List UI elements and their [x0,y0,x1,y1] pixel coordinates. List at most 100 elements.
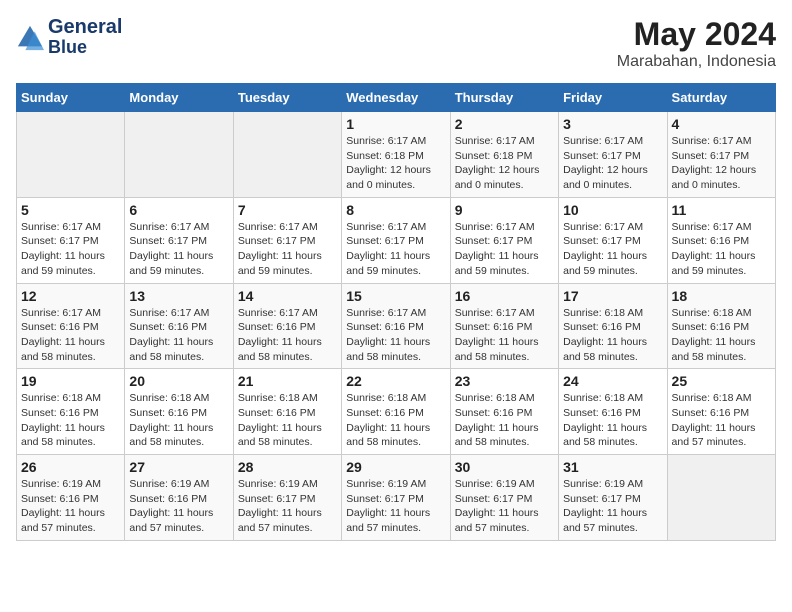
day-number: 11 [672,202,771,218]
calendar-cell: 9 Sunrise: 6:17 AMSunset: 6:17 PMDaylight… [450,197,558,283]
day-number: 13 [129,288,228,304]
calendar-cell [667,455,775,541]
day-number: 22 [346,373,445,389]
day-number: 4 [672,116,771,132]
day-info: Sunrise: 6:18 AMSunset: 6:16 PMDaylight:… [346,391,445,450]
day-number: 16 [455,288,554,304]
calendar-cell [233,112,341,198]
page-subtitle: Marabahan, Indonesia [617,53,776,71]
day-number: 12 [21,288,120,304]
calendar-cell: 8Sunrise: 6:17 AMSunset: 6:17 PMDaylight… [342,197,450,283]
day-number: 15 [346,288,445,304]
day-info: Sunrise: 6:19 AMSunset: 6:17 PMDaylight:… [563,477,662,536]
calendar-cell [17,112,125,198]
day-number: 9 [455,202,554,218]
day-number: 29 [346,459,445,475]
day-info: Sunrise: 6:17 AMSunset: 6:17 PMDaylight:… [672,134,771,193]
weekday-header: Saturday [667,84,775,112]
calendar-cell: 28 Sunrise: 6:19 AMSunset: 6:17 PMDayligh… [233,455,341,541]
day-info: Sunrise: 6:17 AMSunset: 6:17 PMDaylight:… [455,220,554,279]
calendar-cell: 20 Sunrise: 6:18 AMSunset: 6:16 PMDayligh… [125,369,233,455]
day-number: 23 [455,373,554,389]
day-info: Sunrise: 6:17 AMSunset: 6:17 PMDaylight:… [129,220,228,279]
page-header: General Blue May 2024 Marabahan, Indones… [16,16,776,71]
calendar-cell: 26 Sunrise: 6:19 AMSunset: 6:16 PMDayligh… [17,455,125,541]
day-info: Sunrise: 6:17 AMSunset: 6:17 PMDaylight:… [563,134,662,193]
calendar-cell [125,112,233,198]
weekday-header: Sunday [17,84,125,112]
day-info: Sunrise: 6:18 AMSunset: 6:16 PMDaylight:… [129,391,228,450]
day-number: 10 [563,202,662,218]
calendar-cell: 16 Sunrise: 6:17 AMSunset: 6:16 PMDayligh… [450,283,558,369]
calendar-cell: 4 Sunrise: 6:17 AMSunset: 6:17 PMDaylight… [667,112,775,198]
calendar-week-row: 5 Sunrise: 6:17 AMSunset: 6:17 PMDaylight… [17,197,776,283]
day-number: 8 [346,202,445,218]
calendar-cell: 12 Sunrise: 6:17 AMSunset: 6:16 PMDayligh… [17,283,125,369]
calendar-cell: 10 Sunrise: 6:17 AMSunset: 6:17 PMDayligh… [559,197,667,283]
day-number: 25 [672,373,771,389]
day-info: Sunrise: 6:17 AMSunset: 6:16 PMDaylight:… [21,306,120,365]
day-info: Sunrise: 6:17 AMSunset: 6:17 PMDaylight:… [563,220,662,279]
calendar-cell: 21 Sunrise: 6:18 AMSunset: 6:16 PMDayligh… [233,369,341,455]
calendar-cell: 18 Sunrise: 6:18 AMSunset: 6:16 PMDayligh… [667,283,775,369]
logo-text: General Blue [48,16,122,58]
day-info: Sunrise: 6:17 AMSunset: 6:18 PMDaylight:… [455,134,554,193]
day-number: 7 [238,202,337,218]
day-info: Sunrise: 6:17 AMSunset: 6:16 PMDaylight:… [455,306,554,365]
page-title: May 2024 [617,16,776,53]
calendar-cell: 15 Sunrise: 6:17 AMSunset: 6:16 PMDayligh… [342,283,450,369]
day-number: 20 [129,373,228,389]
weekday-header: Thursday [450,84,558,112]
calendar-cell: 22 Sunrise: 6:18 AMSunset: 6:16 PMDayligh… [342,369,450,455]
title-block: May 2024 Marabahan, Indonesia [617,16,776,71]
weekday-header: Monday [125,84,233,112]
day-info: Sunrise: 6:19 AMSunset: 6:16 PMDaylight:… [129,477,228,536]
day-number: 30 [455,459,554,475]
day-number: 19 [21,373,120,389]
calendar-week-row: 12 Sunrise: 6:17 AMSunset: 6:16 PMDayligh… [17,283,776,369]
day-number: 6 [129,202,228,218]
calendar-cell: 3 Sunrise: 6:17 AMSunset: 6:17 PMDaylight… [559,112,667,198]
day-info: Sunrise: 6:18 AMSunset: 6:16 PMDaylight:… [672,306,771,365]
day-number: 18 [672,288,771,304]
day-info: Sunrise: 6:19 AMSunset: 6:16 PMDaylight:… [21,477,120,536]
calendar-cell: 13 Sunrise: 6:17 AMSunset: 6:16 PMDayligh… [125,283,233,369]
calendar-cell: 29 Sunrise: 6:19 AMSunset: 6:17 PMDayligh… [342,455,450,541]
calendar-cell: 23 Sunrise: 6:18 AMSunset: 6:16 PMDayligh… [450,369,558,455]
day-info: Sunrise: 6:18 AMSunset: 6:16 PMDaylight:… [238,391,337,450]
calendar-cell: 19Sunrise: 6:18 AMSunset: 6:16 PMDayligh… [17,369,125,455]
day-number: 31 [563,459,662,475]
day-number: 14 [238,288,337,304]
calendar-cell: 14 Sunrise: 6:17 AMSunset: 6:16 PMDayligh… [233,283,341,369]
day-number: 1 [346,116,445,132]
day-info: Sunrise: 6:18 AMSunset: 6:16 PMDaylight:… [563,306,662,365]
calendar-week-row: 1 Sunrise: 6:17 AMSunset: 6:18 PMDaylight… [17,112,776,198]
day-info: Sunrise: 6:17 AMSunset: 6:16 PMDaylight:… [129,306,228,365]
day-info: Sunrise: 6:19 AMSunset: 6:17 PMDaylight:… [238,477,337,536]
day-number: 28 [238,459,337,475]
day-number: 5 [21,202,120,218]
calendar-cell: 17Sunrise: 6:18 AMSunset: 6:16 PMDayligh… [559,283,667,369]
weekday-header: Wednesday [342,84,450,112]
calendar-cell: 6 Sunrise: 6:17 AMSunset: 6:17 PMDaylight… [125,197,233,283]
day-info: Sunrise: 6:17 AMSunset: 6:17 PMDaylight:… [238,220,337,279]
day-number: 3 [563,116,662,132]
calendar-cell: 5 Sunrise: 6:17 AMSunset: 6:17 PMDaylight… [17,197,125,283]
weekday-header: Friday [559,84,667,112]
day-info: Sunrise: 6:18 AMSunset: 6:16 PMDaylight:… [455,391,554,450]
day-info: Sunrise: 6:17 AMSunset: 6:16 PMDaylight:… [238,306,337,365]
day-number: 21 [238,373,337,389]
day-number: 26 [21,459,120,475]
calendar-week-row: 26 Sunrise: 6:19 AMSunset: 6:16 PMDayligh… [17,455,776,541]
calendar-cell: 31 Sunrise: 6:19 AMSunset: 6:17 PMDayligh… [559,455,667,541]
calendar-week-row: 19 Sunrise: 6:18 AMSunset: 6:16 PMDayligh… [17,369,776,455]
calendar-header-row: SundayMondayTuesdayWednesdayThursdayFrid… [17,84,776,112]
day-info: Sunrise: 6:19 AMSunset: 6:17 PMDaylight:… [346,477,445,536]
calendar-table: SundayMondayTuesdayWednesdayThursdayFrid… [16,83,776,541]
day-number: 27 [129,459,228,475]
day-info: Sunrise: 6:17 AMSunset: 6:18 PMDaylight:… [346,134,445,193]
day-info: Sunrise: 6:17 AMSunset: 6:17 PMDaylight:… [21,220,120,279]
day-info: Sunrise: 6:17 AMSunset: 6:16 PMDaylight:… [346,306,445,365]
calendar-cell: 27 Sunrise: 6:19 AMSunset: 6:16 PMDayligh… [125,455,233,541]
day-info: Sunrise: 6:18 AMSunset: 6:16 PMDaylight:… [563,391,662,450]
